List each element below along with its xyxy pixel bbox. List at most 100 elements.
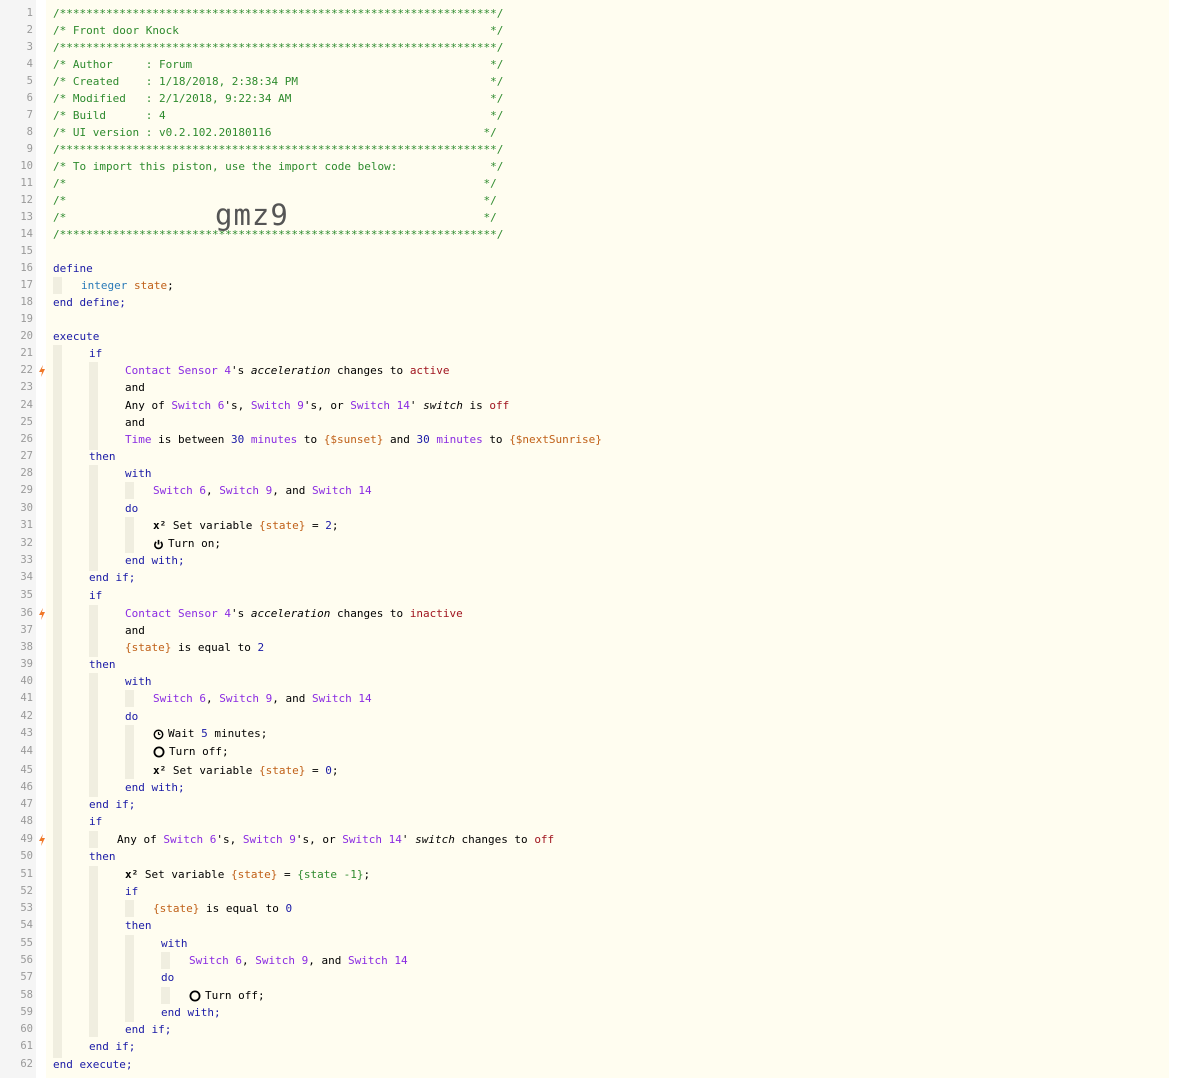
block-rail	[53, 345, 62, 1058]
condition-acceleration-active[interactable]: Contact Sensor 4's acceleration changes …	[125, 362, 450, 379]
line-number: 4	[26, 58, 33, 70]
turn-off-action[interactable]: Turn off;	[153, 743, 229, 760]
power-icon	[154, 539, 163, 549]
then-keyword: then	[89, 850, 116, 863]
line-number: 25	[20, 416, 33, 428]
device-list[interactable]: Switch 6, Switch 9, and Switch 14	[153, 690, 372, 707]
if-keyword[interactable]: if	[125, 883, 138, 900]
block-rail	[125, 690, 134, 707]
line-number: 56	[20, 954, 33, 966]
if-keyword[interactable]: if	[89, 345, 102, 362]
line-number: 53	[20, 902, 33, 914]
line-number: 60	[20, 1023, 33, 1035]
line-number: 24	[20, 399, 33, 411]
comment-line: /***************************************…	[53, 7, 504, 20]
line-number: 57	[20, 971, 33, 983]
set-variable-action[interactable]: x² Set variable {state} = 0;	[153, 762, 338, 779]
with-keyword[interactable]: with	[125, 465, 152, 482]
line-number: 32	[20, 537, 33, 549]
block-rail	[125, 517, 134, 553]
end-execute-keyword: end execute;	[53, 1058, 133, 1071]
comment-line: /* Modified : 2/1/2018, 9:22:34 AM */	[53, 92, 504, 105]
end-with-keyword: end with;	[125, 781, 185, 794]
line-number: 8	[26, 126, 33, 138]
comment-line: /* Created : 1/18/2018, 2:38:34 PM */	[53, 75, 504, 88]
line-number: 40	[20, 675, 33, 687]
wait-action[interactable]: Wait 5 minutes;	[153, 725, 267, 742]
line-number: 45	[20, 764, 33, 776]
line-number: 30	[20, 502, 33, 514]
line-number: 5	[26, 75, 33, 87]
line-number: 58	[20, 989, 33, 1001]
end-if-keyword: end if;	[89, 1040, 136, 1053]
condition-time-between[interactable]: Time is between 30 minutes to {$sunset} …	[125, 431, 602, 448]
line-number: 21	[20, 347, 33, 359]
condition-acceleration-inactive[interactable]: Contact Sensor 4's acceleration changes …	[125, 605, 463, 622]
and-operator[interactable]: and	[125, 622, 145, 639]
condition-switches-change-off[interactable]: Any of Switch 6's, Switch 9's, or Switch…	[117, 831, 554, 848]
turn-on-action[interactable]: Turn on;	[153, 535, 221, 552]
line-number: 50	[20, 850, 33, 862]
line-number: 39	[20, 658, 33, 670]
line-number: 52	[20, 885, 33, 897]
device-list[interactable]: Switch 6, Switch 9, and Switch 14	[189, 952, 408, 969]
block-rail	[89, 673, 98, 797]
turn-off-action[interactable]: Turn off;	[189, 987, 265, 1004]
if-keyword[interactable]: if	[89, 813, 102, 830]
line-number: 47	[20, 798, 33, 810]
line-number: 13	[20, 211, 33, 223]
set-variable-action[interactable]: x² Set variable {state} = {state -1};	[125, 866, 370, 883]
condition-state-equals[interactable]: {state} is equal to 2	[125, 639, 264, 656]
line-number: 49	[20, 833, 33, 845]
line-number: 23	[20, 381, 33, 393]
execute-keyword: execute	[53, 330, 100, 343]
import-code-watermark: gmz9	[215, 198, 289, 232]
then-keyword: then	[89, 658, 116, 671]
condition-switches-off[interactable]: Any of Switch 6's, Switch 9's, or Switch…	[125, 397, 509, 414]
line-number: 35	[20, 589, 33, 601]
line-number: 36	[20, 607, 33, 619]
line-number: 9	[26, 143, 33, 155]
power-off-icon	[189, 990, 201, 1002]
block-rail	[89, 362, 98, 450]
line-number: 29	[20, 484, 33, 496]
and-operator[interactable]: and	[125, 379, 145, 396]
block-rail	[89, 605, 98, 657]
comment-line: /***************************************…	[53, 41, 504, 54]
variable-declaration[interactable]: integer state;	[81, 277, 174, 294]
line-number: 3	[26, 41, 33, 53]
line-number: 48	[20, 815, 33, 827]
line-number: 46	[20, 781, 33, 793]
variable-icon: x²	[153, 764, 167, 777]
then-keyword: then	[89, 450, 116, 463]
block-rail	[53, 277, 62, 294]
line-number: 7	[26, 109, 33, 121]
comment-line: /* To import this piston, use the import…	[53, 160, 504, 173]
line-number: 61	[20, 1040, 33, 1052]
with-keyword[interactable]: with	[125, 673, 152, 690]
condition-state-equals[interactable]: {state} is equal to 0	[153, 900, 292, 917]
block-rail	[161, 952, 170, 969]
device-list[interactable]: Switch 6, Switch 9, and Switch 14	[153, 482, 372, 499]
line-number: 28	[20, 467, 33, 479]
trigger-bolt-icon	[39, 608, 45, 620]
line-number: 14	[20, 228, 33, 240]
line-number: 34	[20, 571, 33, 583]
with-keyword[interactable]: with	[161, 935, 188, 952]
comment-line: /* Author : Forum */	[53, 58, 504, 71]
line-number: 62	[20, 1058, 33, 1070]
define-keyword: define	[53, 262, 93, 275]
line-number: 44	[20, 745, 33, 757]
end-with-keyword: end with;	[161, 1006, 221, 1019]
and-operator[interactable]: and	[125, 414, 145, 431]
if-keyword[interactable]: if	[89, 587, 102, 604]
set-variable-action[interactable]: x² Set variable {state} = 2;	[153, 517, 338, 534]
do-keyword: do	[125, 710, 139, 723]
end-if-keyword: end if;	[125, 1023, 172, 1036]
line-number: 11	[20, 177, 33, 189]
do-keyword: do	[125, 502, 139, 515]
line-number: 26	[20, 433, 33, 445]
block-rail	[125, 725, 134, 779]
trigger-bolt-icon	[39, 834, 45, 846]
block-rail	[125, 935, 134, 1022]
